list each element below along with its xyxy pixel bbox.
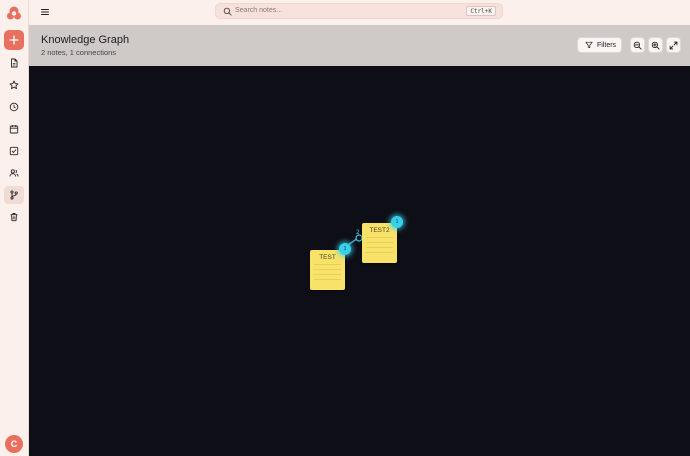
- document-icon: [11, 58, 18, 68]
- page-header: Knowledge Graph 2 notes, 1 connections F…: [29, 25, 690, 66]
- search-input[interactable]: Search notes...: [235, 6, 282, 16]
- sidebar-item-graph[interactable]: [4, 186, 24, 204]
- clock-icon: [9, 102, 19, 112]
- search-icon: [223, 7, 232, 16]
- sidebar-item-recent[interactable]: [4, 98, 24, 116]
- node-label: TEST2: [369, 227, 390, 234]
- search-shortcut: Ctrl+K: [466, 6, 496, 16]
- zoom-out-icon: [633, 41, 642, 50]
- plus-icon: [9, 35, 19, 45]
- git-branch-icon: [10, 190, 18, 200]
- graph-canvas[interactable]: 2 TEST 1 TEST2 1: [29, 66, 690, 456]
- graph-edge: 2: [344, 229, 363, 248]
- calendar-icon: [9, 125, 19, 134]
- search-bar[interactable]: Search notes... Ctrl+K: [215, 3, 503, 19]
- app-logo-icon[interactable]: [6, 5, 22, 21]
- node-connection-badge[interactable]: 1: [391, 216, 403, 228]
- node-label: TEST: [319, 254, 336, 261]
- graph-node-test[interactable]: TEST: [310, 250, 345, 290]
- sidebar-item-favorites[interactable]: [4, 76, 24, 94]
- filters-label: Filters: [597, 41, 617, 49]
- star-icon: [9, 80, 19, 90]
- zoom-in-button[interactable]: [648, 37, 663, 53]
- sidebar: C: [0, 0, 29, 456]
- node-connection-badge[interactable]: 1: [339, 243, 351, 255]
- graph-stats: 2 notes, 1 connections: [41, 48, 117, 57]
- checkbox-icon: [9, 146, 19, 156]
- users-icon: [9, 169, 19, 177]
- new-note-button[interactable]: [4, 30, 24, 50]
- topbar: Search notes... Ctrl+K: [29, 0, 690, 25]
- sidebar-item-trash[interactable]: [4, 208, 24, 226]
- sidebar-item-tasks[interactable]: [4, 142, 24, 160]
- graph-node-test2[interactable]: TEST2: [362, 223, 397, 263]
- filter-icon: [585, 41, 593, 49]
- fullscreen-button[interactable]: [666, 37, 681, 53]
- filters-button[interactable]: Filters: [577, 37, 622, 53]
- sidebar-item-notes[interactable]: [4, 54, 24, 72]
- user-avatar[interactable]: C: [5, 435, 23, 453]
- zoom-out-button[interactable]: [630, 37, 645, 53]
- page-title: Knowledge Graph: [41, 34, 130, 46]
- expand-icon: [669, 41, 678, 49]
- edge-weight-label: 2: [356, 229, 360, 236]
- zoom-in-icon: [651, 41, 660, 50]
- trash-icon: [10, 213, 18, 222]
- sidebar-item-people[interactable]: [4, 164, 24, 182]
- menu-icon[interactable]: [40, 7, 50, 17]
- sidebar-item-calendar[interactable]: [4, 120, 24, 138]
